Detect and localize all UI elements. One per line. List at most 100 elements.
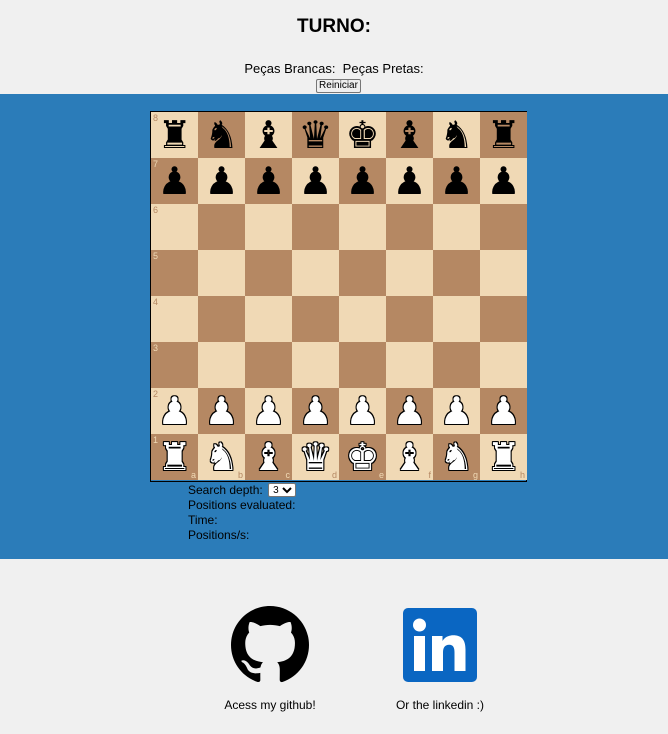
file-label: c	[285, 470, 291, 480]
square-a1[interactable]: ♜ 1 a	[151, 434, 198, 480]
file-label: b	[237, 470, 243, 480]
square-h8[interactable]: ♜	[480, 112, 527, 158]
square-f3[interactable]	[386, 342, 433, 388]
linkedin-icon[interactable]	[401, 606, 479, 684]
square-c3[interactable]	[245, 342, 292, 388]
square-a2[interactable]: ♟ 2	[151, 388, 198, 434]
white-pawn-icon[interactable]: ♟	[151, 388, 198, 434]
square-h2[interactable]: ♟	[480, 388, 527, 434]
black-pawn-icon[interactable]: ♟	[198, 158, 245, 204]
square-e1[interactable]: ♚ e	[339, 434, 386, 480]
square-c4[interactable]	[245, 296, 292, 342]
white-pawn-icon[interactable]: ♟	[245, 388, 292, 434]
square-d1[interactable]: ♛ d	[292, 434, 339, 480]
reset-button[interactable]: Reiniciar	[316, 79, 361, 93]
search-depth-select[interactable]: 3	[268, 483, 297, 497]
white-pawn-icon[interactable]: ♟	[433, 388, 480, 434]
square-a3[interactable]: 3	[151, 342, 198, 388]
black-pawn-icon[interactable]: ♟	[386, 158, 433, 204]
github-link[interactable]: Acess my github!	[200, 606, 340, 712]
white-pawn-icon[interactable]: ♟	[480, 388, 527, 434]
linkedin-link[interactable]: Or the linkedin :)	[370, 606, 510, 712]
square-c2[interactable]: ♟	[245, 388, 292, 434]
square-c1[interactable]: ♝ c	[245, 434, 292, 480]
square-h4[interactable]	[480, 296, 527, 342]
square-e6[interactable]	[339, 204, 386, 250]
black-pawn-icon[interactable]: ♟	[245, 158, 292, 204]
square-b7[interactable]: ♟	[198, 158, 245, 204]
square-a8[interactable]: ♜ 8	[151, 112, 198, 158]
square-d8[interactable]: ♛	[292, 112, 339, 158]
square-g4[interactable]	[433, 296, 480, 342]
square-g8[interactable]: ♞	[433, 112, 480, 158]
square-f7[interactable]: ♟	[386, 158, 433, 204]
square-b3[interactable]	[198, 342, 245, 388]
square-f4[interactable]	[386, 296, 433, 342]
square-a5[interactable]: 5	[151, 250, 198, 296]
square-h3[interactable]	[480, 342, 527, 388]
black-rook-icon[interactable]: ♜	[480, 112, 527, 158]
square-b8[interactable]: ♞	[198, 112, 245, 158]
square-f8[interactable]: ♝	[386, 112, 433, 158]
square-b2[interactable]: ♟	[198, 388, 245, 434]
linkedin-caption[interactable]: Or the linkedin :)	[370, 698, 510, 712]
square-d5[interactable]	[292, 250, 339, 296]
white-pawn-icon[interactable]: ♟	[339, 388, 386, 434]
square-d4[interactable]	[292, 296, 339, 342]
square-b1[interactable]: ♞ b	[198, 434, 245, 480]
square-d7[interactable]: ♟	[292, 158, 339, 204]
square-e5[interactable]	[339, 250, 386, 296]
black-pawn-icon[interactable]: ♟	[151, 158, 198, 204]
black-bishop-icon[interactable]: ♝	[245, 112, 292, 158]
square-b4[interactable]	[198, 296, 245, 342]
square-e8[interactable]: ♚	[339, 112, 386, 158]
square-a7[interactable]: ♟ 7	[151, 158, 198, 204]
square-c6[interactable]	[245, 204, 292, 250]
chess-board[interactable]: ♜ 8 ♞ ♝ ♛ ♚ ♝ ♞ ♜ ♟ 7 ♟ ♟ ♟ ♟ ♟ ♟ ♟ 6 5 4 3 ♟ 2 ♟ ♟ ♟ ♟ ♟ ♟ ♟ ♜ 1 a ♞ b ♝ c ♛ d…	[151, 112, 527, 481]
black-rook-icon[interactable]: ♜	[151, 112, 198, 158]
square-g1[interactable]: ♞ g	[433, 434, 480, 480]
black-pawn-icon[interactable]: ♟	[292, 158, 339, 204]
square-b6[interactable]	[198, 204, 245, 250]
square-f5[interactable]	[386, 250, 433, 296]
black-king-icon[interactable]: ♚	[339, 112, 386, 158]
square-f2[interactable]: ♟	[386, 388, 433, 434]
square-e4[interactable]	[339, 296, 386, 342]
square-d6[interactable]	[292, 204, 339, 250]
square-d3[interactable]	[292, 342, 339, 388]
github-icon[interactable]	[231, 606, 309, 684]
black-pawn-icon[interactable]: ♟	[433, 158, 480, 204]
square-c7[interactable]: ♟	[245, 158, 292, 204]
square-e3[interactable]	[339, 342, 386, 388]
square-g3[interactable]	[433, 342, 480, 388]
white-pawn-icon[interactable]: ♟	[292, 388, 339, 434]
square-g6[interactable]	[433, 204, 480, 250]
square-d2[interactable]: ♟	[292, 388, 339, 434]
square-h1[interactable]: ♜ h	[480, 434, 527, 480]
white-pawn-icon[interactable]: ♟	[198, 388, 245, 434]
square-e2[interactable]: ♟	[339, 388, 386, 434]
square-b5[interactable]	[198, 250, 245, 296]
white-bishop-icon[interactable]: ♝	[386, 434, 433, 480]
white-pawn-icon[interactable]: ♟	[386, 388, 433, 434]
github-caption[interactable]: Acess my github!	[200, 698, 340, 712]
square-f6[interactable]	[386, 204, 433, 250]
square-g7[interactable]: ♟	[433, 158, 480, 204]
square-c8[interactable]: ♝	[245, 112, 292, 158]
black-knight-icon[interactable]: ♞	[198, 112, 245, 158]
square-a6[interactable]: 6	[151, 204, 198, 250]
square-a4[interactable]: 4	[151, 296, 198, 342]
square-f1[interactable]: ♝ f	[386, 434, 433, 480]
square-c5[interactable]	[245, 250, 292, 296]
square-h6[interactable]	[480, 204, 527, 250]
square-g5[interactable]	[433, 250, 480, 296]
square-h7[interactable]: ♟	[480, 158, 527, 204]
square-g2[interactable]: ♟	[433, 388, 480, 434]
black-pawn-icon[interactable]: ♟	[480, 158, 527, 204]
black-knight-icon[interactable]: ♞	[433, 112, 480, 158]
square-e7[interactable]: ♟	[339, 158, 386, 204]
black-queen-icon[interactable]: ♛	[292, 112, 339, 158]
black-pawn-icon[interactable]: ♟	[339, 158, 386, 204]
square-h5[interactable]	[480, 250, 527, 296]
black-bishop-icon[interactable]: ♝	[386, 112, 433, 158]
